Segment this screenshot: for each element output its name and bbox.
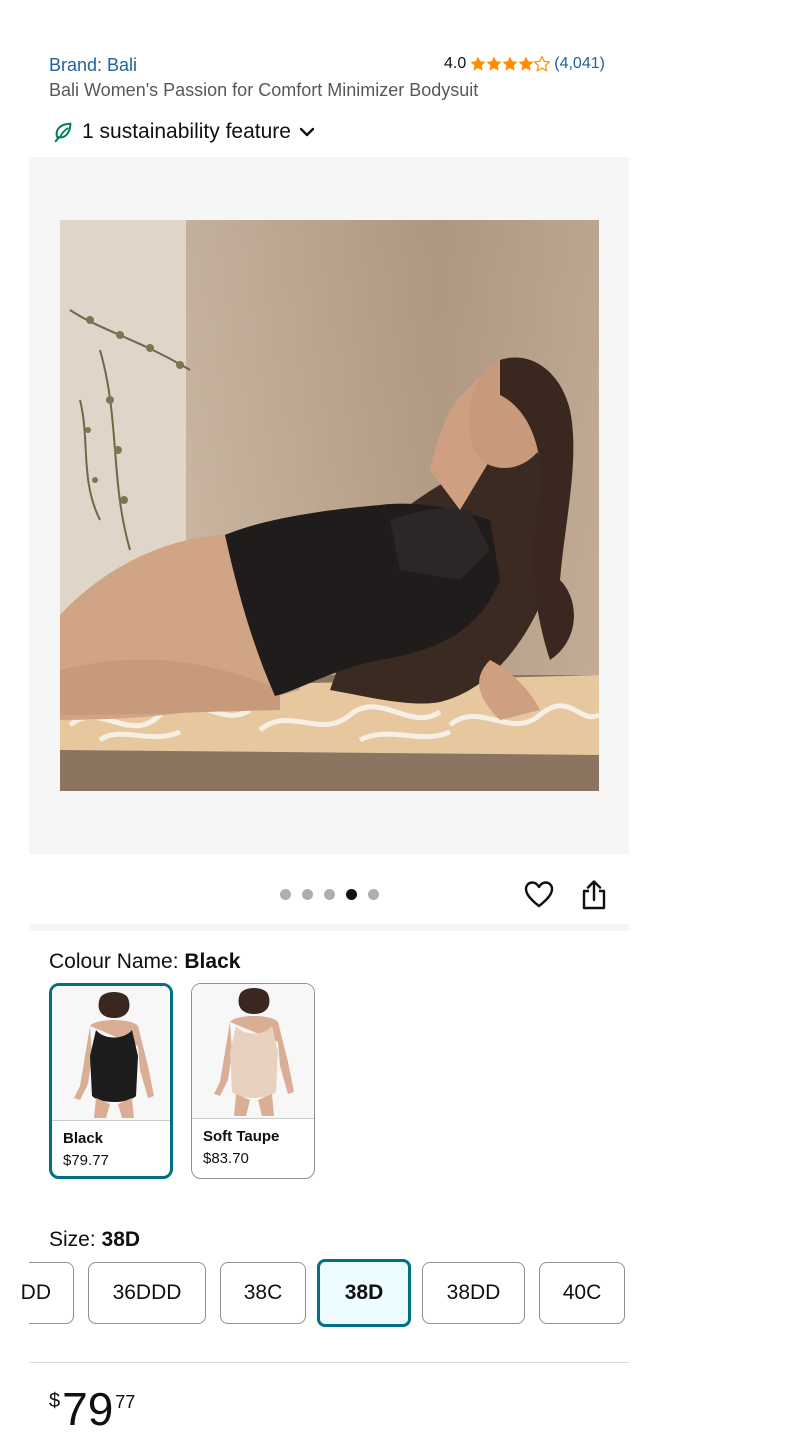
section-divider xyxy=(29,1362,629,1363)
heart-icon[interactable] xyxy=(524,880,554,910)
price-fraction: 77 xyxy=(115,1392,136,1412)
swatch-name: Soft Taupe xyxy=(203,1128,280,1145)
leaf-icon xyxy=(54,122,72,143)
price-whole: 79 xyxy=(62,1383,114,1435)
product-title: Bali Women's Passion for Comfort Minimiz… xyxy=(49,80,479,100)
colour-swatch-black[interactable]: Black $79.77 xyxy=(49,983,173,1179)
share-icon[interactable] xyxy=(580,879,608,911)
gallery-pagination xyxy=(280,889,379,900)
size-option[interactable]: DD xyxy=(21,1262,74,1324)
section-divider xyxy=(29,924,629,931)
swatch-price: $79.77 xyxy=(63,1152,109,1169)
colour-swatch-soft-taupe[interactable]: Soft Taupe $83.70 xyxy=(191,983,315,1179)
size-selected-value: 38D xyxy=(101,1228,141,1251)
rating-value: 4.0 xyxy=(444,55,467,72)
size-option[interactable]: 38C xyxy=(220,1262,306,1324)
size-label: Size: 38D xyxy=(49,1228,141,1251)
product-photo[interactable] xyxy=(60,220,599,791)
size-option[interactable]: 40C xyxy=(539,1262,625,1324)
swatch-name: Black xyxy=(63,1130,104,1147)
currency-symbol: $ xyxy=(49,1390,61,1412)
swatch-price: $83.70 xyxy=(203,1150,249,1167)
rating-count-link[interactable]: (4,041) xyxy=(554,55,605,73)
swatch-thumbnail xyxy=(192,984,314,1119)
pagination-dot[interactable] xyxy=(302,889,313,900)
sustainability-label: 1 sustainability feature xyxy=(82,120,291,143)
star-rating-icons xyxy=(470,56,551,72)
swatch-thumbnail xyxy=(52,986,170,1121)
size-option[interactable]: 38DD xyxy=(422,1262,525,1324)
chevron-down-icon xyxy=(299,127,315,137)
colour-name-label: Colour Name: Black xyxy=(49,950,241,973)
pagination-dot[interactable] xyxy=(324,889,335,900)
pagination-dot[interactable] xyxy=(280,889,291,900)
pagination-dot-active[interactable] xyxy=(346,889,357,900)
colour-selected-value: Black xyxy=(184,950,241,973)
size-option-selected[interactable]: 38D xyxy=(317,1259,411,1327)
pagination-dot[interactable] xyxy=(368,889,379,900)
price-display: $ 79 77 xyxy=(49,1386,135,1432)
sustainability-dropdown[interactable]: 1 sustainability feature xyxy=(52,120,317,144)
brand-link[interactable]: Brand: Bali xyxy=(49,55,137,76)
size-option[interactable]: 36DDD xyxy=(88,1262,206,1324)
rating-summary[interactable]: 4.0 (4,041) xyxy=(444,55,605,73)
